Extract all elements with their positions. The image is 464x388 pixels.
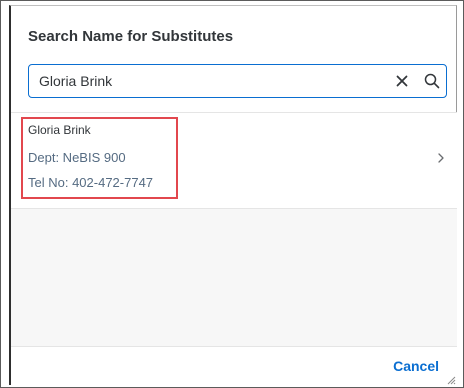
search-substitutes-dialog: Search Name for Substitutes Gloria Brink… (9, 5, 457, 385)
chevron-right-icon (438, 153, 444, 163)
dialog-footer: Cancel (11, 346, 457, 385)
result-list-item[interactable]: Gloria Brink Dept: NeBIS 900 Tel No: 402… (11, 113, 457, 209)
result-list-empty-area (11, 209, 457, 346)
close-icon[interactable] (393, 72, 411, 90)
screenshot-frame: Search Name for Substitutes Gloria Brink… (0, 0, 464, 388)
result-name: Gloria Brink (28, 123, 91, 137)
result-dept: Dept: NeBIS 900 (28, 150, 126, 165)
search-icon[interactable] (423, 72, 441, 90)
search-input[interactable] (39, 65, 379, 97)
cancel-button[interactable]: Cancel (393, 358, 439, 374)
search-field[interactable] (28, 64, 447, 98)
result-tel: Tel No: 402-472-7747 (28, 175, 154, 190)
dialog-title: Search Name for Substitutes (28, 28, 234, 45)
resize-handle-icon[interactable] (446, 375, 456, 385)
